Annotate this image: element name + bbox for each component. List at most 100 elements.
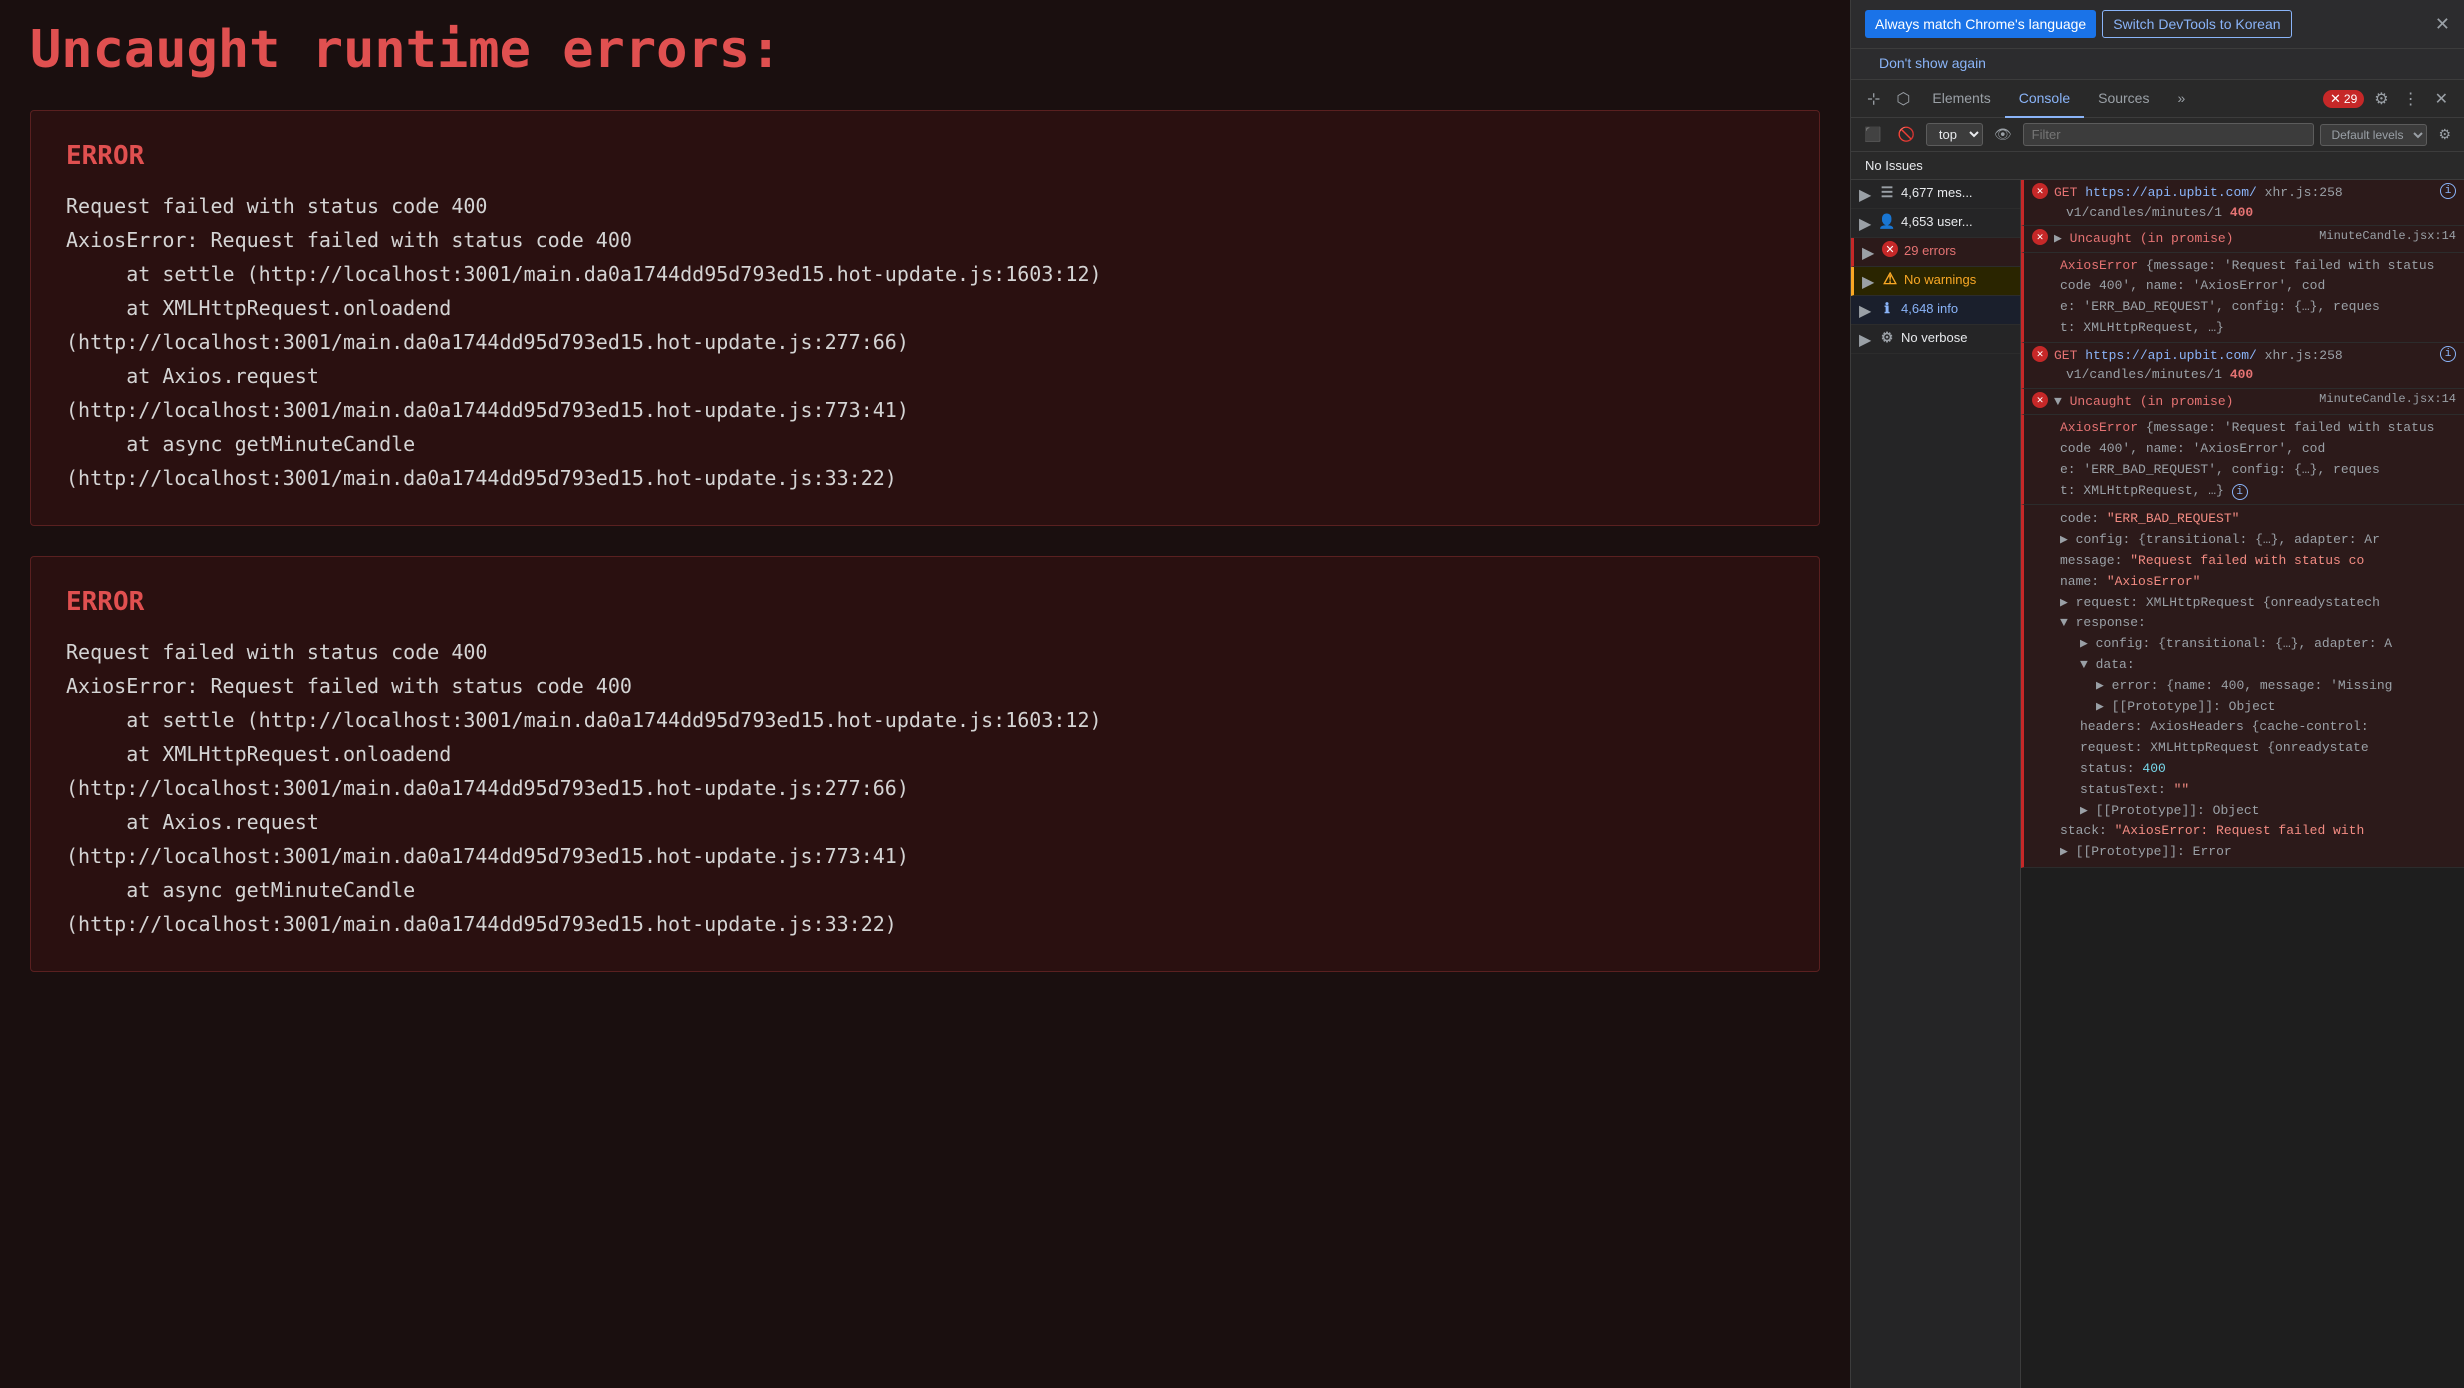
exp-headers[interactable]: headers: AxiosHeaders {cache-control:: [2060, 717, 2456, 738]
main-title: Uncaught runtime errors:: [30, 20, 1820, 80]
warning-icon: ⚠: [1882, 271, 1898, 287]
row-right-2: i: [2440, 346, 2456, 362]
xhr-file-1: xhr.js:258: [2265, 185, 2343, 200]
device-toolbar-button[interactable]: ⬡: [1888, 80, 1918, 118]
group-info-count: 4,648 info: [1901, 299, 2012, 319]
error-text-2: Request failed with status code 400 Axio…: [66, 635, 1784, 941]
error-count: 29: [2344, 92, 2357, 106]
axios-detail-2b: e: 'ERR_BAD_REQUEST', config: {…}, reque…: [2060, 460, 2456, 481]
main-content: Uncaught runtime errors: ERROR Request f…: [0, 0, 1850, 1388]
tab-sources[interactable]: Sources: [2084, 80, 2163, 118]
exp-status: status: 400: [2060, 759, 2456, 780]
filter-input[interactable]: [2023, 123, 2315, 146]
verbose-icon: ⚙: [1879, 329, 1895, 345]
lang-banner-buttons: Always match Chrome's language Switch De…: [1865, 10, 2292, 38]
inspect-element-button[interactable]: ⊹: [1859, 80, 1888, 118]
log-entry-get-2[interactable]: ✕ GET https://api.upbit.com/ xhr.js:258 …: [2021, 343, 2464, 389]
list-icon: ☰: [1879, 184, 1895, 200]
axios-detail-1c: t: XMLHttpRequest, …}: [2060, 318, 2456, 339]
expand-uncaught-1[interactable]: ▶: [2054, 231, 2070, 246]
close-banner-button[interactable]: ✕: [2435, 14, 2450, 35]
error-icon: ✕: [2032, 229, 2048, 245]
console-settings-button[interactable]: ⚙: [2433, 124, 2456, 145]
sidebar-toggle-button[interactable]: ⬛: [1859, 124, 1886, 145]
exp-data-section[interactable]: ▼ data:: [2060, 655, 2456, 676]
group-user-count: 4,653 user...: [1901, 212, 2012, 232]
expand-uncaught-2[interactable]: ▼: [2054, 394, 2070, 409]
status-400-1: 400: [2230, 205, 2253, 220]
expand-arrow: ▶: [1862, 243, 1876, 263]
expand-arrow: ▶: [1859, 214, 1873, 234]
exp-status-text: statusText: "": [2060, 780, 2456, 801]
group-warnings-count: No warnings: [1904, 270, 2012, 290]
language-banner: Always match Chrome's language Switch De…: [1851, 0, 2464, 49]
context-selector[interactable]: top: [1926, 123, 1983, 146]
uncaught-detail-1: AxiosError {message: 'Request failed wit…: [2021, 253, 2464, 343]
group-messages-count: 4,677 mes...: [1901, 183, 2012, 203]
exp-main-proto[interactable]: ▶ [[Prototype]]: Error: [2060, 842, 2456, 863]
devtools-panel: Always match Chrome's language Switch De…: [1850, 0, 2464, 1388]
exp-data-error[interactable]: ▶ error: {name: 400, message: 'Missing: [2060, 676, 2456, 697]
log-entry-uncaught-1[interactable]: ✕ ▶ Uncaught (in promise) MinuteCandle.j…: [2021, 226, 2464, 253]
xhr-file-2: xhr.js:258: [2265, 348, 2343, 363]
dont-show-again[interactable]: Don't show again: [1865, 53, 2000, 73]
group-warnings[interactable]: ▶ ⚠ No warnings: [1851, 267, 2020, 296]
exp-data-proto[interactable]: ▶ [[Prototype]]: Object: [2060, 697, 2456, 718]
error-label-2: ERROR: [66, 587, 1784, 617]
log-entry-get-1[interactable]: ✕ GET https://api.upbit.com/ xhr.js:258 …: [2021, 180, 2464, 226]
group-user[interactable]: ▶ 👤 4,653 user...: [1851, 209, 2020, 238]
settings-button[interactable]: ⚙: [2368, 80, 2394, 118]
expanded-object-block: code: "ERR_BAD_REQUEST" ▶ config: {trans…: [2021, 505, 2464, 868]
tab-more[interactable]: »: [2163, 80, 2199, 118]
group-messages[interactable]: ▶ ☰ 4,677 mes...: [1851, 180, 2020, 209]
exp-message: message: "Request failed with status co: [2060, 551, 2456, 572]
console-toolbar: ⬛ 🚫 top 👁 Default levels ⚙: [1851, 118, 2464, 152]
uncaught-file-1: MinuteCandle.jsx:14: [2319, 229, 2456, 243]
exp-stack: stack: "AxiosError: Request failed with: [2060, 821, 2456, 842]
get-url-1: GET https://api.upbit.com/ xhr.js:258 v1…: [2054, 183, 2434, 222]
exp-response-config[interactable]: ▶ config: {transitional: {…}, adapter: A: [2060, 634, 2456, 655]
expand-arrow: ▶: [1859, 330, 1873, 350]
match-language-button[interactable]: Always match Chrome's language: [1865, 10, 2096, 38]
issues-bar: No Issues: [1851, 152, 2464, 180]
tab-elements[interactable]: Elements: [1918, 80, 2004, 118]
error-icon: ✕: [1882, 241, 1898, 257]
url-path-1: v1/candles/minutes/1: [2054, 205, 2230, 220]
switch-korean-button[interactable]: Switch DevTools to Korean: [2102, 10, 2291, 38]
api-url-2[interactable]: https://api.upbit.com/: [2085, 348, 2257, 363]
group-errors-count: 29 errors: [1904, 241, 2012, 261]
axios-detail-2: AxiosError {message: 'Request failed wit…: [2060, 418, 2456, 460]
error-label-1: ERROR: [66, 141, 1784, 171]
url-path-2: v1/candles/minutes/1: [2054, 367, 2230, 382]
log-entry-uncaught-2[interactable]: ✕ ▼ Uncaught (in promise) MinuteCandle.j…: [2021, 389, 2464, 416]
exp-response-section[interactable]: ▼ response:: [2060, 613, 2456, 634]
axios-detail-2c: t: XMLHttpRequest, …} i: [2060, 481, 2456, 502]
exp-config[interactable]: ▶ config: {transitional: {…}, adapter: A…: [2060, 530, 2456, 551]
devtools-tabs: ⊹ ⬡ Elements Console Sources » ✕ 29 ⚙ ⋮ …: [1851, 80, 2464, 118]
console-log-entries: ✕ GET https://api.upbit.com/ xhr.js:258 …: [2021, 180, 2464, 1388]
group-info[interactable]: ▶ ℹ 4,648 info: [1851, 296, 2020, 325]
more-options-button[interactable]: ⋮: [2395, 80, 2427, 118]
error-badge: ✕ 29: [2323, 90, 2364, 108]
inline-info[interactable]: i: [2232, 484, 2248, 500]
exp-proto[interactable]: ▶ [[Prototype]]: Object: [2060, 801, 2456, 822]
error-icon: ✕: [2032, 392, 2048, 408]
clear-console-button[interactable]: 🚫: [1892, 124, 1919, 145]
tab-console[interactable]: Console: [2005, 80, 2084, 118]
eye-button[interactable]: 👁: [1989, 124, 2017, 145]
info-circle-1[interactable]: i: [2440, 183, 2456, 199]
group-verbose[interactable]: ▶ ⚙ No verbose: [1851, 325, 2020, 354]
uncaught-text-1: ▶ Uncaught (in promise): [2054, 229, 2313, 249]
exp-req2[interactable]: request: XMLHttpRequest {onreadystate: [2060, 738, 2456, 759]
expand-arrow: ▶: [1859, 301, 1873, 321]
api-url-1[interactable]: https://api.upbit.com/: [2085, 185, 2257, 200]
exp-request[interactable]: ▶ request: XMLHttpRequest {onreadystatec…: [2060, 593, 2456, 614]
group-verbose-count: No verbose: [1901, 328, 2012, 348]
row-right-1: i: [2440, 183, 2456, 199]
info-circle-2[interactable]: i: [2440, 346, 2456, 362]
uncaught-file-2: MinuteCandle.jsx:14: [2319, 392, 2456, 406]
error-text-1: Request failed with status code 400 Axio…: [66, 189, 1784, 495]
close-devtools-button[interactable]: ✕: [2427, 80, 2456, 118]
log-levels-selector[interactable]: Default levels: [2320, 124, 2427, 146]
group-errors[interactable]: ▶ ✕ 29 errors: [1851, 238, 2020, 267]
